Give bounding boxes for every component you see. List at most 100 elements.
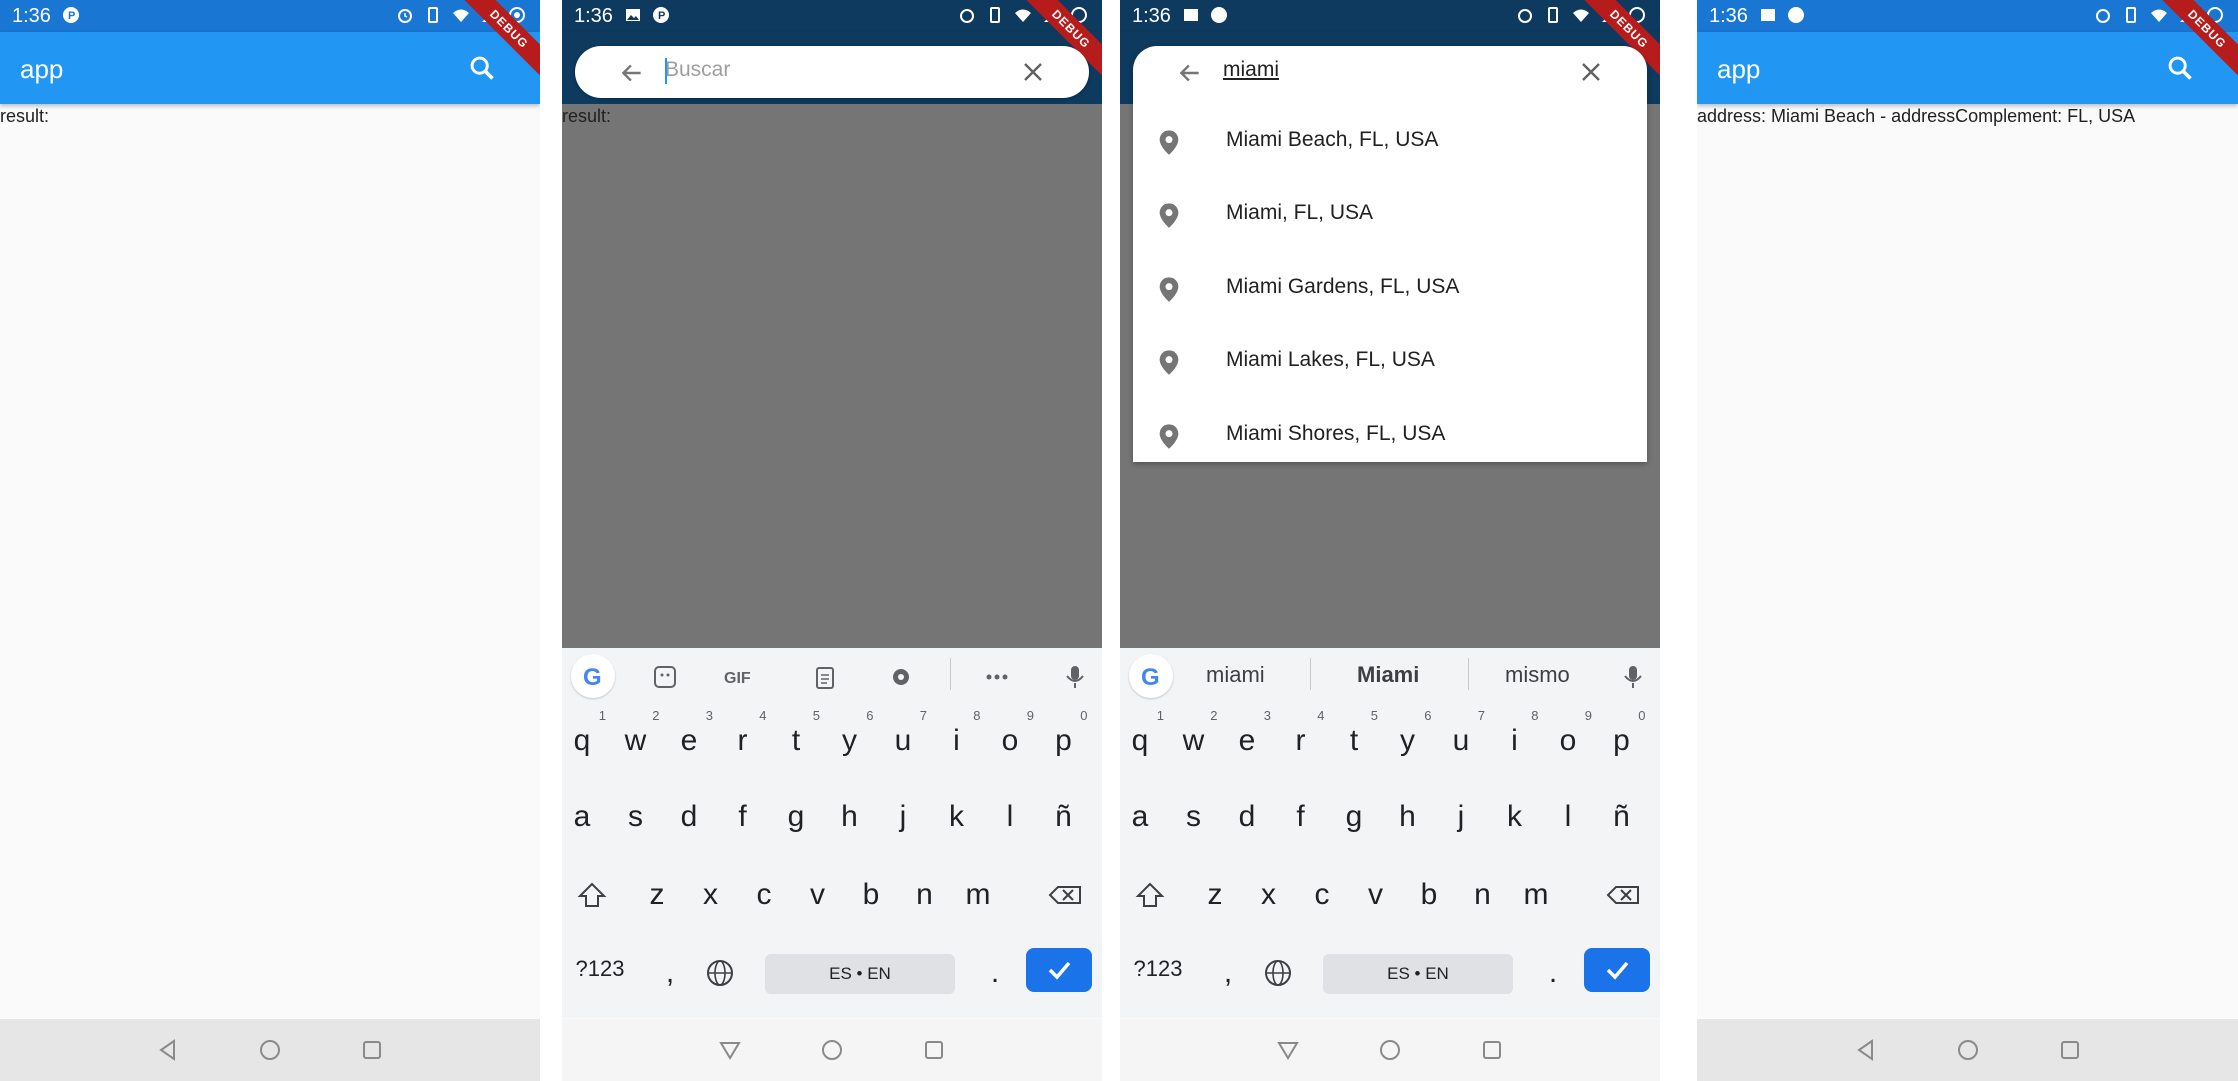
recents-nav-icon[interactable] xyxy=(1480,1038,1504,1062)
key-a[interactable]: a xyxy=(1120,792,1160,842)
home-nav-icon[interactable] xyxy=(258,1038,282,1062)
key-u[interactable]: u7 xyxy=(1441,708,1485,766)
key-s[interactable]: s xyxy=(1174,792,1214,842)
key-r[interactable]: r4 xyxy=(1281,708,1325,766)
key-o[interactable]: o9 xyxy=(1548,708,1592,766)
key-x[interactable]: x xyxy=(1249,870,1289,920)
key-ñ[interactable]: ñ xyxy=(1602,792,1642,842)
shift-icon[interactable] xyxy=(1130,870,1170,920)
key-m[interactable]: m xyxy=(1516,870,1556,920)
clipboard-icon[interactable] xyxy=(812,664,838,690)
search-overlay[interactable]: result: xyxy=(562,104,1102,648)
key-v[interactable]: v xyxy=(798,870,838,920)
key-n[interactable]: n xyxy=(1463,870,1503,920)
backspace-icon[interactable] xyxy=(1046,870,1086,920)
recents-nav-icon[interactable] xyxy=(2058,1038,2082,1062)
home-nav-icon[interactable] xyxy=(820,1038,844,1062)
key-b[interactable]: b xyxy=(1409,870,1449,920)
search-input[interactable]: miami xyxy=(1223,58,1279,82)
home-nav-icon[interactable] xyxy=(1956,1038,1980,1062)
comma-key[interactable]: , xyxy=(1208,948,1248,998)
key-z[interactable]: z xyxy=(1195,870,1235,920)
key-y[interactable]: y6 xyxy=(1388,708,1432,766)
key-d[interactable]: d xyxy=(669,792,709,842)
close-icon[interactable] xyxy=(1579,60,1603,84)
period-key[interactable]: . xyxy=(1533,948,1573,998)
key-t[interactable]: t5 xyxy=(776,708,820,766)
microphone-icon[interactable] xyxy=(1062,664,1088,690)
key-l[interactable]: l xyxy=(990,792,1030,842)
close-icon[interactable] xyxy=(1021,60,1045,84)
suggestion[interactable]: mismo xyxy=(1505,662,1570,688)
key-c[interactable]: c xyxy=(1302,870,1342,920)
search-icon[interactable] xyxy=(2166,54,2194,82)
period-key[interactable]: . xyxy=(975,948,1015,998)
key-m[interactable]: m xyxy=(958,870,998,920)
key-e[interactable]: e3 xyxy=(1227,708,1271,766)
recents-nav-icon[interactable] xyxy=(360,1038,384,1062)
key-l[interactable]: l xyxy=(1548,792,1588,842)
key-b[interactable]: b xyxy=(851,870,891,920)
key-o[interactable]: o9 xyxy=(990,708,1034,766)
key-ñ[interactable]: ñ xyxy=(1044,792,1084,842)
key-z[interactable]: z xyxy=(637,870,677,920)
key-h[interactable]: h xyxy=(830,792,870,842)
comma-key[interactable]: , xyxy=(650,948,690,998)
globe-icon[interactable] xyxy=(1258,948,1298,998)
symbols-key[interactable]: ?123 xyxy=(570,948,630,998)
key-a[interactable]: a xyxy=(562,792,602,842)
place-result[interactable]: Miami, FL, USA xyxy=(1133,179,1647,252)
key-h[interactable]: h xyxy=(1388,792,1428,842)
search-icon[interactable] xyxy=(468,54,496,82)
key-r[interactable]: r4 xyxy=(723,708,767,766)
key-d[interactable]: d xyxy=(1227,792,1267,842)
gear-icon[interactable] xyxy=(888,664,914,690)
suggestion[interactable]: miami xyxy=(1206,662,1265,688)
back-nav-icon[interactable] xyxy=(156,1038,180,1062)
back-nav-icon[interactable] xyxy=(1854,1038,1878,1062)
globe-icon[interactable] xyxy=(700,948,740,998)
key-u[interactable]: u7 xyxy=(883,708,927,766)
key-t[interactable]: t5 xyxy=(1334,708,1378,766)
key-n[interactable]: n xyxy=(905,870,945,920)
place-result[interactable]: Miami Gardens, FL, USA xyxy=(1133,253,1647,326)
key-i[interactable]: i8 xyxy=(1495,708,1538,766)
key-j[interactable]: j xyxy=(883,792,923,842)
key-g[interactable]: g xyxy=(1334,792,1374,842)
key-q[interactable]: q1 xyxy=(1120,708,1164,766)
place-result[interactable]: Miami Shores, FL, USA xyxy=(1133,400,1647,473)
hide-keyboard-icon[interactable] xyxy=(1276,1038,1300,1062)
more-icon[interactable] xyxy=(984,664,1010,690)
enter-key[interactable] xyxy=(1584,948,1650,992)
recents-nav-icon[interactable] xyxy=(922,1038,946,1062)
suggestion[interactable]: Miami xyxy=(1357,662,1419,688)
key-f[interactable]: f xyxy=(1281,792,1321,842)
back-arrow-icon[interactable] xyxy=(1177,60,1203,86)
search-input[interactable]: Buscar xyxy=(665,58,730,82)
back-arrow-icon[interactable] xyxy=(619,60,645,86)
space-key[interactable]: ES • EN xyxy=(1323,954,1513,994)
key-s[interactable]: s xyxy=(616,792,656,842)
place-result[interactable]: Miami Lakes, FL, USA xyxy=(1133,326,1647,399)
sticker-icon[interactable] xyxy=(652,664,678,690)
key-f[interactable]: f xyxy=(723,792,763,842)
microphone-icon[interactable] xyxy=(1620,664,1646,690)
key-c[interactable]: c xyxy=(744,870,784,920)
search-bar[interactable]: Buscar xyxy=(575,46,1089,98)
key-g[interactable]: g xyxy=(776,792,816,842)
key-v[interactable]: v xyxy=(1356,870,1396,920)
google-icon[interactable]: G xyxy=(571,654,615,698)
symbols-key[interactable]: ?123 xyxy=(1128,948,1188,998)
place-result[interactable]: Miami Beach, FL, USA xyxy=(1133,106,1647,179)
key-q[interactable]: q1 xyxy=(562,708,606,766)
key-e[interactable]: e3 xyxy=(669,708,713,766)
google-icon[interactable]: G xyxy=(1129,654,1173,698)
key-x[interactable]: x xyxy=(691,870,731,920)
shift-icon[interactable] xyxy=(572,870,612,920)
key-j[interactable]: j xyxy=(1441,792,1481,842)
key-p[interactable]: p0 xyxy=(1044,708,1087,766)
hide-keyboard-icon[interactable] xyxy=(718,1038,742,1062)
backspace-icon[interactable] xyxy=(1604,870,1644,920)
space-key[interactable]: ES • EN xyxy=(765,954,955,994)
key-w[interactable]: w2 xyxy=(1174,708,1218,766)
